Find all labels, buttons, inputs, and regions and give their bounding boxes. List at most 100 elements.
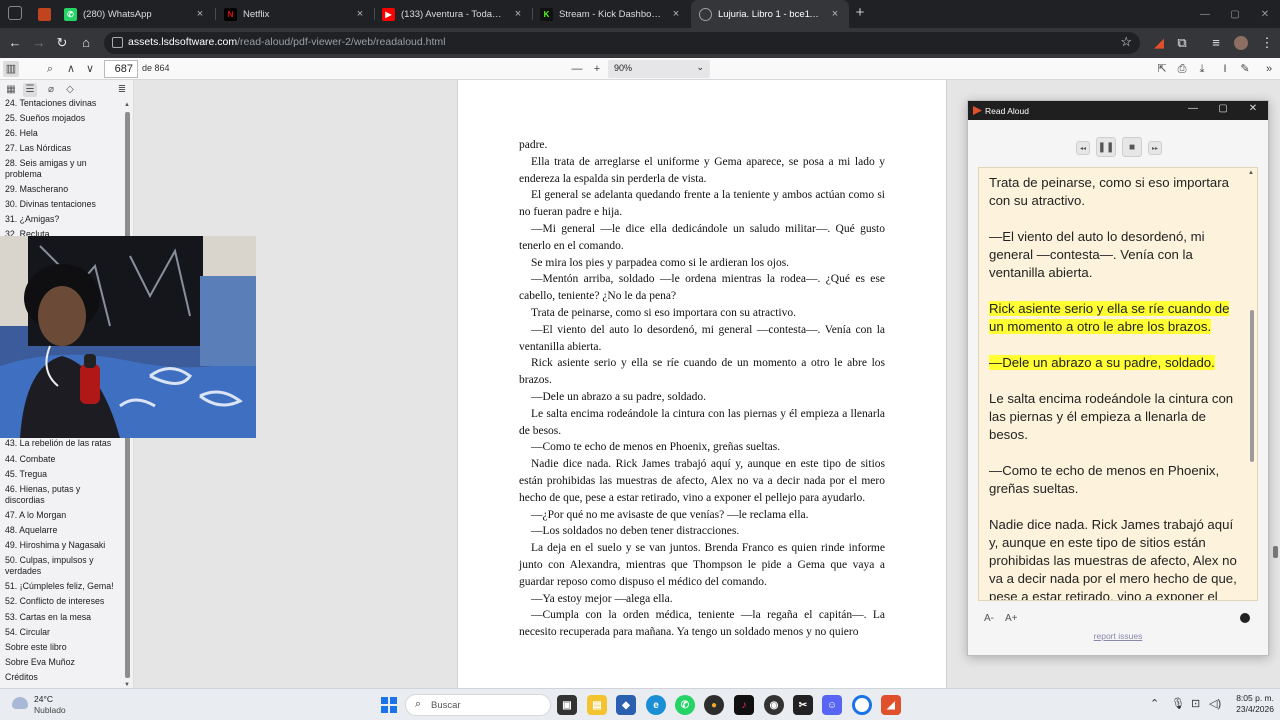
outline-item[interactable]: Créditos: [5, 672, 121, 683]
outline-item[interactable]: 50. Culpas, impulsos y verdades: [5, 555, 121, 577]
outline-item[interactable]: Sobre este libro: [5, 642, 121, 653]
tab-whatsapp[interactable]: ✆ (280) WhatsApp ×: [56, 0, 214, 28]
system-clock[interactable]: 8:05 p. m. 23/4/2026: [1228, 693, 1274, 715]
outline-item[interactable]: 31. ¿Amigas?: [5, 214, 121, 225]
more-tools-icon[interactable]: »: [1261, 61, 1277, 77]
page-number-input[interactable]: 687: [104, 60, 138, 78]
draw-icon[interactable]: ✎: [1237, 61, 1253, 77]
tab-kick[interactable]: K Stream - Kick Dashboard ×: [532, 0, 690, 28]
task-view-icon[interactable]: ▣: [557, 695, 577, 715]
outline-item[interactable]: 25. Sueños mojados: [5, 113, 121, 124]
report-issues-link[interactable]: report issues: [968, 631, 1268, 641]
outline-item[interactable]: 46. Hienas, putas y discordias: [5, 484, 121, 506]
show-hidden-icons[interactable]: ⌃: [1150, 697, 1159, 710]
discord-icon[interactable]: ☺: [822, 695, 842, 715]
extensions-icon[interactable]: ⧉: [1173, 34, 1191, 52]
outline-item[interactable]: 29. Mascherano: [5, 184, 121, 195]
outline-item[interactable]: 45. Tregua: [5, 469, 121, 480]
tab-youtube[interactable]: ▶ (133) Aventura - Todavia Me Am ×: [374, 0, 532, 28]
edge-icon[interactable]: e: [646, 695, 666, 715]
current-outline-icon[interactable]: ≣: [115, 83, 129, 97]
back-icon[interactable]: ←: [6, 34, 24, 52]
dark-mode-icon[interactable]: [1240, 613, 1250, 623]
forward-button[interactable]: ▸▸: [1148, 141, 1162, 155]
read-aloud-titlebar[interactable]: Read Aloud — ▢ ✕: [968, 101, 1268, 120]
outline-item[interactable]: Sobre Eva Muñoz: [5, 657, 121, 668]
next-page-icon[interactable]: ∨: [82, 61, 98, 77]
font-increase-button[interactable]: A+: [1005, 613, 1018, 624]
pause-button[interactable]: ❚❚: [1096, 137, 1116, 157]
outline-item[interactable]: 24. Tentaciones divinas: [5, 98, 121, 109]
font-decrease-button[interactable]: A-: [984, 613, 994, 624]
pinned-tab[interactable]: [30, 0, 54, 28]
outline-item[interactable]: 43. La rebelión de las ratas: [5, 438, 121, 449]
maximize-icon[interactable]: ▢: [1212, 103, 1234, 114]
maximize-icon[interactable]: ▢: [1220, 0, 1250, 28]
outline-item[interactable]: 49. Hiroshima y Nagasaki: [5, 540, 121, 551]
outline-item[interactable]: 53. Cartas en la mesa: [5, 612, 121, 623]
zoom-select[interactable]: 90% ⌄: [608, 60, 710, 78]
forward-icon[interactable]: →: [30, 34, 48, 52]
open-file-icon[interactable]: ⇱: [1154, 61, 1170, 77]
close-window-icon[interactable]: ✕: [1250, 0, 1280, 28]
close-tab-icon[interactable]: ×: [512, 8, 524, 20]
close-tab-icon[interactable]: ×: [829, 8, 841, 20]
outline-icon[interactable]: ☰: [23, 83, 37, 97]
outline-item[interactable]: 47. A lo Morgan: [5, 510, 121, 521]
minimize-icon[interactable]: —: [1182, 103, 1204, 114]
store-icon[interactable]: ◆: [616, 695, 636, 715]
outline-item[interactable]: 27. Las Nórdicas: [5, 143, 121, 154]
read-aloud-scrollbar[interactable]: ▲: [1248, 168, 1256, 600]
whatsapp-icon[interactable]: ✆: [675, 695, 695, 715]
reload-icon[interactable]: ↻: [53, 34, 71, 52]
media-controls-icon[interactable]: ≡: [1207, 34, 1225, 52]
read-aloud-extension-icon[interactable]: ◢: [1150, 34, 1168, 52]
tab-search-icon[interactable]: [8, 6, 22, 20]
start-button[interactable]: [381, 697, 397, 713]
home-icon[interactable]: ⌂: [77, 34, 95, 52]
avatar[interactable]: [1232, 34, 1250, 52]
tab-lujuria[interactable]: Lujuria. Libro 1 - bce113ff-2608 ×: [691, 0, 849, 28]
save-icon[interactable]: ⤓: [1194, 61, 1210, 77]
read-aloud-app-icon[interactable]: ◢: [881, 695, 901, 715]
stop-button[interactable]: ■: [1122, 137, 1142, 157]
rewind-button[interactable]: ◂◂: [1076, 141, 1090, 155]
file-explorer-icon[interactable]: ▤: [587, 695, 607, 715]
obs-icon[interactable]: ◉: [764, 695, 784, 715]
thumbnails-icon[interactable]: ▦: [4, 83, 18, 97]
read-aloud-text-panel[interactable]: Trata de peinarse, como si eso importara…: [978, 167, 1258, 601]
tab-netflix[interactable]: N Netflix ×: [216, 0, 374, 28]
search-icon[interactable]: ⌕: [42, 61, 58, 77]
volume-icon[interactable]: ◁): [1209, 697, 1221, 710]
new-tab-button[interactable]: +: [851, 4, 869, 22]
attachments-icon[interactable]: ⌀: [44, 83, 58, 97]
print-icon[interactable]: ⎙: [1174, 61, 1190, 77]
outline-item[interactable]: 54. Circular: [5, 627, 121, 638]
document-scrollbar[interactable]: [1271, 80, 1280, 688]
outline-item[interactable]: 52. Conflicto de intereses: [5, 596, 121, 607]
sidebar-toggle-icon[interactable]: ▥: [3, 61, 19, 77]
app-icon[interactable]: ●: [704, 695, 724, 715]
bookmark-star-icon[interactable]: ☆: [1120, 34, 1132, 50]
close-tab-icon[interactable]: ×: [354, 8, 366, 20]
outline-item[interactable]: 28. Seis amigas y un problema: [5, 158, 121, 180]
text-select-icon[interactable]: I: [1217, 61, 1233, 77]
outline-item[interactable]: 51. ¡Cúmpleles feliz, Gema!: [5, 581, 121, 592]
zoom-in-icon[interactable]: +: [589, 61, 605, 77]
site-info-icon[interactable]: [112, 37, 123, 48]
close-tab-icon[interactable]: ×: [194, 8, 206, 20]
tiktok-icon[interactable]: ♪: [734, 695, 754, 715]
capcut-icon[interactable]: ✂: [793, 695, 813, 715]
previous-page-icon[interactable]: ∧: [63, 61, 79, 77]
outline-item[interactable]: 26. Hela: [5, 128, 121, 139]
menu-icon[interactable]: ⋮: [1258, 34, 1276, 52]
close-icon[interactable]: ✕: [1242, 103, 1264, 114]
outline-item[interactable]: 30. Divinas tentaciones: [5, 199, 121, 210]
close-tab-icon[interactable]: ×: [670, 8, 682, 20]
taskbar-search[interactable]: ⌕ Buscar: [405, 694, 551, 716]
zoom-out-icon[interactable]: —: [569, 61, 585, 77]
outline-item[interactable]: 48. Aquelarre: [5, 525, 121, 536]
minimize-icon[interactable]: —: [1190, 0, 1220, 28]
microphone-icon[interactable]: 🎙: [1171, 697, 1185, 710]
network-icon[interactable]: ⊡: [1191, 697, 1200, 710]
